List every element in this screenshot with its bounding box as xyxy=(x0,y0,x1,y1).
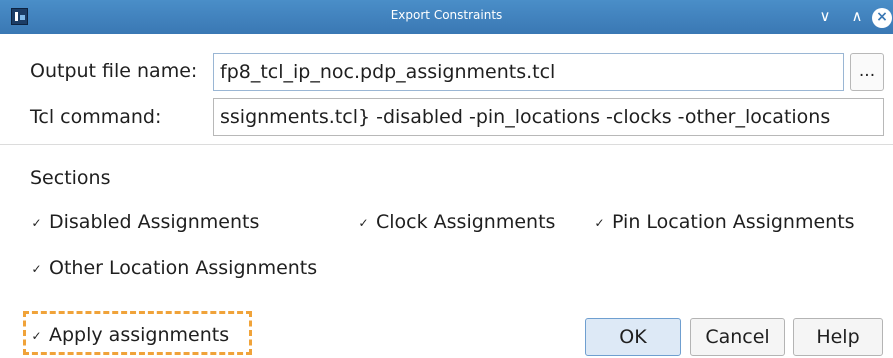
minimize-button[interactable]: ∨ xyxy=(815,3,835,29)
disabled-assignments-checkbox[interactable]: ✓ Disabled Assignments xyxy=(30,211,259,233)
checkbox-checked-icon: ✓ xyxy=(594,216,605,230)
checkbox-checked-icon: ✓ xyxy=(31,329,42,343)
clock-assignments-checkbox[interactable]: ✓ Clock Assignments xyxy=(357,211,555,233)
section-divider xyxy=(0,144,893,145)
checkbox-checked-icon: ✓ xyxy=(31,262,42,276)
checkbox-label: Clock Assignments xyxy=(376,211,556,233)
pin-location-assignments-checkbox[interactable]: ✓ Pin Location Assignments xyxy=(593,211,855,233)
help-button[interactable]: Help xyxy=(793,318,883,356)
checkbox-label: Apply assignments xyxy=(49,324,230,346)
output-file-name-label: Output file name: xyxy=(30,60,198,82)
cancel-button[interactable]: Cancel xyxy=(690,318,785,356)
tcl-command-label: Tcl command: xyxy=(30,106,162,128)
checkbox-label: Pin Location Assignments xyxy=(612,211,855,233)
output-file-name-input[interactable]: fp8_tcl_ip_noc.pdp_assignments.tcl xyxy=(213,53,844,91)
sections-heading: Sections xyxy=(30,167,111,189)
other-location-assignments-checkbox[interactable]: ✓ Other Location Assignments xyxy=(30,257,317,279)
apply-assignments-checkbox[interactable]: ✓ Apply assignments xyxy=(30,324,229,346)
tcl-command-input[interactable]: ssignments.tcl} -disabled -pin_locations… xyxy=(213,98,884,136)
chevron-down-icon: ∨ xyxy=(819,7,831,25)
browse-button[interactable]: ... xyxy=(850,53,884,91)
checkbox-label: Other Location Assignments xyxy=(49,257,318,279)
close-icon: × xyxy=(872,8,892,28)
window-title: Export Constraints xyxy=(390,8,503,22)
checkbox-checked-icon: ✓ xyxy=(358,216,369,230)
chevron-up-icon: ∧ xyxy=(851,7,863,25)
checkbox-label: Disabled Assignments xyxy=(49,211,260,233)
checkbox-checked-icon: ✓ xyxy=(31,216,42,230)
title-bar[interactable]: Export Constraints ∨ ∧ × xyxy=(0,0,893,34)
close-button[interactable]: × xyxy=(871,3,893,29)
maximize-button[interactable]: ∧ xyxy=(847,3,867,29)
ok-button[interactable]: OK xyxy=(585,318,681,356)
